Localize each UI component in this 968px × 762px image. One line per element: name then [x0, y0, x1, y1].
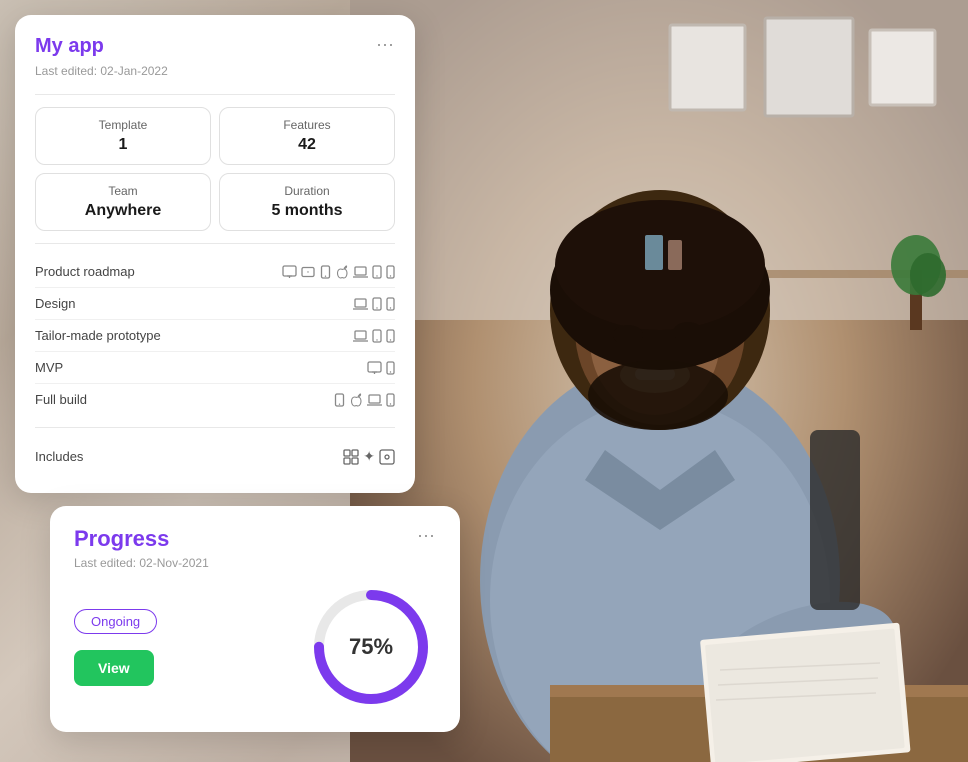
phone-icon-4 [386, 361, 395, 375]
laptop-icon-2 [353, 297, 368, 311]
card-myapp-menu-button[interactable]: ⋯ [376, 35, 395, 56]
stat-team-label: Team [50, 184, 196, 198]
stats-grid: Template 1 Features 42 Team Anywhere Dur… [35, 107, 395, 231]
includes-icon-2: ✦ [363, 448, 375, 465]
apple-icon-2 [350, 393, 363, 407]
stat-duration: Duration 5 months [219, 173, 395, 231]
feature-icons-mvp [367, 361, 395, 375]
stat-features: Features 42 [219, 107, 395, 165]
progress-header: Progress ⋯ [74, 526, 436, 552]
card-progress: Progress ⋯ Last edited: 02-Nov-2021 Ongo… [50, 506, 460, 732]
tablet-icon-4 [333, 393, 346, 407]
phone-icon-3 [372, 329, 382, 343]
feature-icons-design [353, 297, 395, 311]
progress-subtitle: Last edited: 02-Nov-2021 [74, 556, 436, 570]
stat-duration-value: 5 months [234, 202, 380, 220]
includes-icon-3 [379, 449, 395, 465]
includes-row: Includes ✦ [35, 440, 395, 473]
feature-design: Design [35, 288, 395, 320]
feature-icons-roadmap [282, 265, 395, 279]
includes-label: Includes [35, 449, 83, 464]
feature-name: Tailor-made prototype [35, 328, 161, 343]
view-button[interactable]: View [74, 650, 154, 686]
feature-mvp: MVP [35, 352, 395, 384]
feature-name: Full build [35, 392, 87, 407]
stat-template-value: 1 [50, 136, 196, 154]
phone-small-icon [386, 265, 395, 279]
feature-name: MVP [35, 360, 63, 375]
laptop-icon-3 [353, 329, 368, 343]
stat-team: Team Anywhere [35, 173, 211, 231]
progress-menu-button[interactable]: ⋯ [417, 526, 436, 547]
divider-3 [35, 427, 395, 428]
stat-features-value: 42 [234, 136, 380, 154]
feature-prototype: Tailor-made prototype [35, 320, 395, 352]
donut-percent-label: 75% [349, 634, 393, 660]
divider-2 [35, 243, 395, 244]
feature-list: Product roadmap Design Tailor-made proto… [35, 256, 395, 415]
phone-small-icon-2 [386, 297, 395, 311]
card-myapp: My app ⋯ Last edited: 02-Jan-2022 Templa… [15, 15, 415, 493]
progress-donut: 75% [306, 582, 436, 712]
tablet-portrait-icon [319, 265, 332, 279]
monitor-icon [282, 265, 297, 279]
card-myapp-header: My app ⋯ [35, 35, 395, 58]
tablet-landscape-icon [301, 265, 315, 279]
monitor-icon-2 [367, 361, 382, 375]
feature-name: Design [35, 296, 75, 311]
laptop-icon [353, 265, 368, 279]
card-myapp-subtitle: Last edited: 02-Jan-2022 [35, 64, 395, 78]
feature-icons-prototype [353, 329, 395, 343]
phone-icon-2 [372, 297, 382, 311]
stat-team-value: Anywhere [50, 202, 196, 220]
stat-template-label: Template [50, 118, 196, 132]
includes-icons: ✦ [343, 448, 395, 465]
feature-icons-fullbuild [333, 393, 395, 407]
includes-icon-1 [343, 449, 359, 465]
divider-1 [35, 94, 395, 95]
progress-content: Ongoing View 75% [74, 582, 436, 712]
feature-name: Product roadmap [35, 264, 135, 279]
feature-product-roadmap: Product roadmap [35, 256, 395, 288]
phone-small-icon-3 [386, 329, 395, 343]
stat-template: Template 1 [35, 107, 211, 165]
stat-features-label: Features [234, 118, 380, 132]
feature-fullbuild: Full build [35, 384, 395, 415]
progress-left: Ongoing View [74, 609, 286, 686]
phone-large-icon [372, 265, 382, 279]
phone-icon-5 [386, 393, 395, 407]
status-badge: Ongoing [74, 609, 157, 634]
card-myapp-title: My app [35, 35, 104, 58]
stat-duration-label: Duration [234, 184, 380, 198]
progress-title: Progress [74, 526, 169, 552]
laptop-icon-4 [367, 393, 382, 407]
apple-icon [336, 265, 349, 279]
